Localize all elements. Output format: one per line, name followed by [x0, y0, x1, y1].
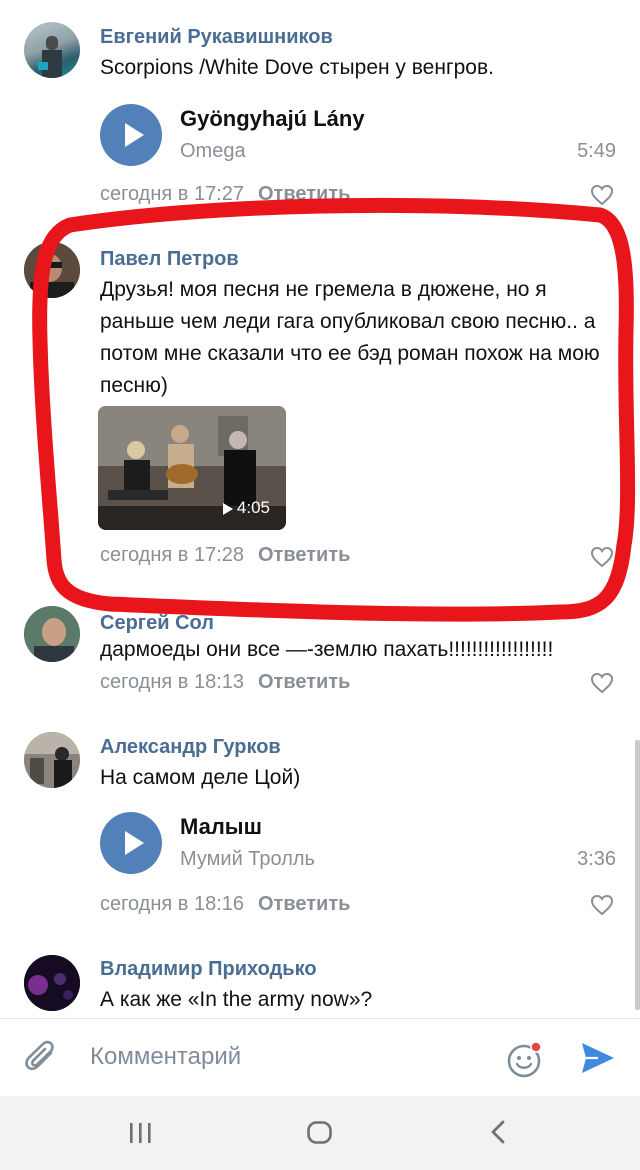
system-navigation-bar: [0, 1096, 640, 1170]
send-icon[interactable]: [580, 1041, 616, 1075]
avatar-image: [24, 732, 80, 788]
audio-attachment[interactable]: Gyöngyhajú Lány Omega 5:49: [100, 104, 620, 168]
recent-apps-icon[interactable]: [128, 1122, 154, 1144]
track-duration: 5:49: [577, 140, 616, 162]
smile-icon[interactable]: [506, 1039, 546, 1079]
avatar[interactable]: [24, 732, 80, 788]
comment-time: сегодня в 18:16: [100, 893, 244, 915]
comment-author[interactable]: Александр Гурков: [100, 736, 281, 759]
comment-meta: сегодня в 17:28 Ответить: [100, 544, 350, 567]
comment-text: Друзья! моя песня не гремела в дюжене, н…: [100, 278, 600, 397]
play-icon: [223, 503, 233, 515]
avatar-image: [24, 606, 80, 662]
reply-button[interactable]: Ответить: [258, 671, 350, 693]
play-icon: [125, 831, 144, 855]
track-artist: Omega: [180, 140, 246, 162]
track-title: Малыш: [180, 814, 262, 839]
comment-text: дармоеды они все —-землю пахать!!!!!!!!!…: [100, 638, 554, 661]
scrollbar[interactable]: [635, 740, 640, 1010]
comment-text: Scorpions /White Dove стырен у венгров.: [100, 56, 494, 79]
comment-meta: сегодня в 17:27 Ответить: [100, 183, 350, 206]
avatar[interactable]: [24, 22, 80, 78]
avatar[interactable]: [24, 606, 80, 662]
comment-time: сегодня в 17:27: [100, 183, 244, 205]
reply-button[interactable]: Ответить: [258, 893, 350, 915]
avatar-image: [24, 955, 80, 1011]
play-icon: [125, 123, 144, 147]
reply-button[interactable]: Ответить: [258, 183, 350, 205]
video-duration: 4:05: [236, 498, 270, 517]
comment-meta: сегодня в 18:13 Ответить: [100, 671, 350, 694]
like-icon[interactable]: [590, 184, 614, 206]
track-artist: Мумий Тролль: [180, 848, 315, 870]
comment-text: На самом деле Цой): [100, 766, 301, 789]
avatar-image: [38, 36, 62, 78]
comment-time: сегодня в 18:13: [100, 671, 244, 693]
comment-input-bar: Комментарий: [0, 1018, 640, 1097]
reply-button[interactable]: Ответить: [258, 544, 350, 566]
comment-text: А как же «In the army now»?: [100, 988, 373, 1011]
comment-meta: сегодня в 18:16 Ответить: [100, 893, 350, 916]
like-icon[interactable]: [590, 672, 614, 694]
home-icon[interactable]: [306, 1120, 334, 1146]
play-button[interactable]: [100, 104, 162, 166]
like-icon[interactable]: [590, 894, 614, 916]
paperclip-icon[interactable]: [24, 1039, 60, 1077]
audio-attachment[interactable]: Малыш Мумий Тролль 3:36: [100, 812, 620, 876]
avatar[interactable]: [24, 242, 80, 298]
like-icon[interactable]: [590, 546, 614, 568]
video-attachment[interactable]: 4:05: [98, 406, 286, 530]
comment-author[interactable]: Евгений Рукавишников: [100, 26, 333, 49]
comment-author[interactable]: Сергей Сол: [100, 612, 214, 635]
comment-input[interactable]: Комментарий: [90, 1043, 241, 1071]
avatar-image: [24, 242, 80, 298]
back-icon[interactable]: [488, 1120, 508, 1146]
comment-time: сегодня в 17:28: [100, 544, 244, 566]
comment-author[interactable]: Владимир Приходько: [100, 958, 317, 981]
play-button[interactable]: [100, 812, 162, 874]
track-title: Gyöngyhajú Lány: [180, 106, 365, 131]
track-duration: 3:36: [577, 848, 616, 870]
avatar[interactable]: [24, 955, 80, 1011]
comment-author[interactable]: Павел Петров: [100, 248, 239, 271]
